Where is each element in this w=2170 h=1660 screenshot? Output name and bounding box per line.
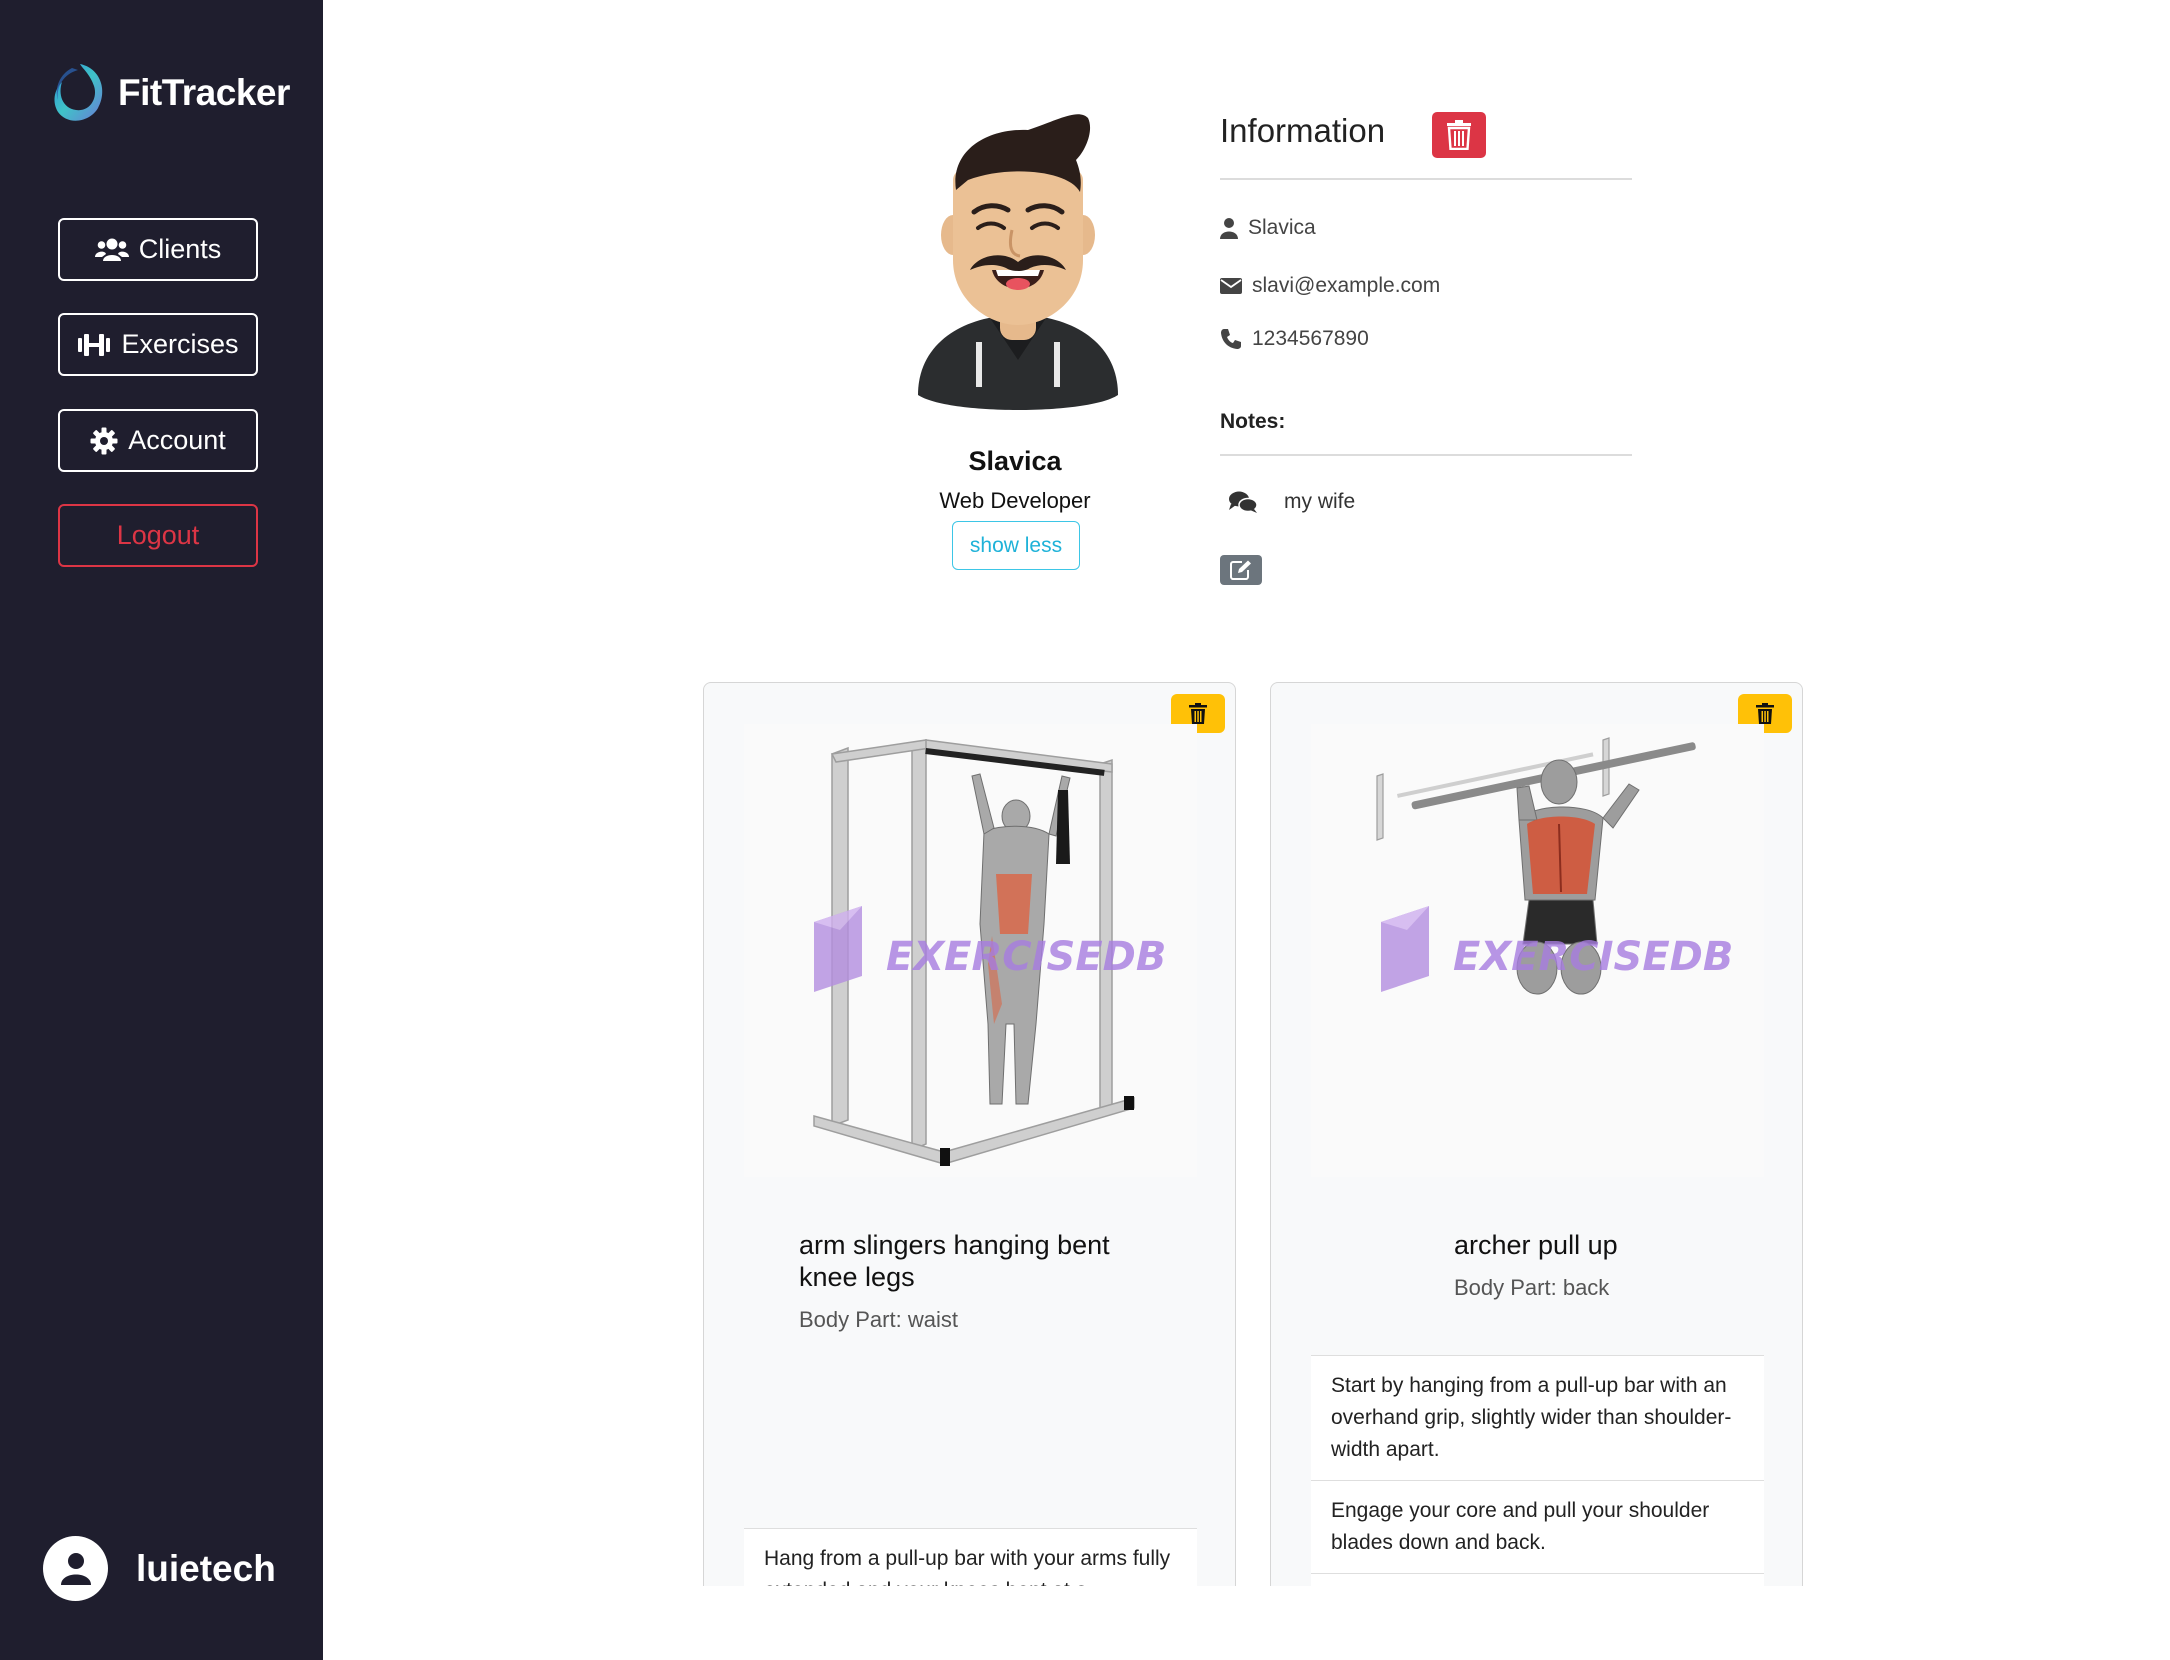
trash-icon (1189, 703, 1207, 724)
user-circle-icon (60, 1552, 91, 1585)
brand[interactable]: FitTracker (50, 60, 290, 126)
viewport-bottom-edge (323, 1586, 2170, 1660)
nav-exercises-label: Exercises (121, 329, 239, 359)
exercisedb-watermark: EXERCISEDB (886, 934, 1166, 980)
show-less-button[interactable]: show less (952, 521, 1080, 570)
username: luietech (136, 1547, 276, 1589)
exercise-title: arm slingers hanging bent knee legs (799, 1230, 1110, 1292)
exercise-body-part: Body Part: waist (799, 1307, 958, 1332)
gear-icon (90, 427, 118, 454)
instruction-step: Engage your core and pull your shoulder … (1311, 1480, 1764, 1573)
notes-divider (1220, 454, 1632, 456)
profile-role: Web Developer (939, 488, 1091, 513)
edit-icon (1230, 560, 1251, 580)
information-heading: Information (1220, 112, 1386, 149)
trash-icon (1447, 120, 1471, 150)
exercise-card[interactable]: EXERCISEDB arm slingers hanging bent kne… (703, 682, 1236, 1660)
app-name: FitTracker (118, 72, 290, 113)
phone-icon (1221, 329, 1241, 349)
exercise-image: EXERCISEDB (1311, 724, 1764, 1177)
fittracker-logo-icon (54, 64, 103, 121)
info-phone-row: 1234567890 (1220, 327, 1369, 351)
nav-clients-label: Clients (138, 234, 222, 264)
info-email: slavi@example.com (1252, 274, 1441, 297)
user-avatar (43, 1536, 108, 1601)
exercise-body-part: Body Part: back (1454, 1275, 1610, 1300)
info-name: Slavica (1248, 216, 1316, 239)
logout-button[interactable]: Logout (58, 504, 258, 567)
nav-account-button[interactable]: Account (58, 409, 258, 472)
trash-icon (1756, 703, 1774, 724)
info-email-row: slavi@example.com (1220, 274, 1440, 298)
exercise-card[interactable]: EXERCISEDB archer pull up Body Part: bac… (1270, 682, 1803, 1660)
exercise-image: EXERCISEDB (744, 724, 1197, 1177)
profile-avatar (918, 114, 1118, 410)
users-icon (94, 238, 129, 261)
nav-exercises-button[interactable]: Exercises (58, 313, 258, 376)
dumbbell-icon (78, 333, 111, 356)
note-text: my wife (1284, 490, 1356, 513)
instruction-step: Start by hanging from a pull-up bar with… (1311, 1355, 1764, 1480)
nav-account-label: Account (128, 425, 226, 455)
profile-name: Slavica (968, 446, 1062, 476)
nav-clients-button[interactable]: Clients (58, 218, 258, 281)
delete-client-button[interactable] (1432, 112, 1486, 158)
edit-note-button[interactable] (1220, 555, 1262, 585)
user-icon (1220, 218, 1238, 239)
note-item: my wife (1228, 490, 1355, 514)
envelope-icon (1220, 278, 1242, 294)
info-name-row: Slavica (1220, 216, 1316, 240)
sidebar: FitTracker Clients Exercises Account Log… (0, 0, 323, 1660)
notes-label: Notes: (1220, 410, 1286, 433)
current-user[interactable]: luietech (43, 1536, 276, 1601)
comments-icon (1229, 491, 1258, 513)
info-divider (1220, 178, 1632, 180)
exercisedb-watermark: EXERCISEDB (1453, 934, 1733, 980)
info-phone: 1234567890 (1252, 327, 1369, 350)
exercise-title: archer pull up (1454, 1230, 1618, 1260)
